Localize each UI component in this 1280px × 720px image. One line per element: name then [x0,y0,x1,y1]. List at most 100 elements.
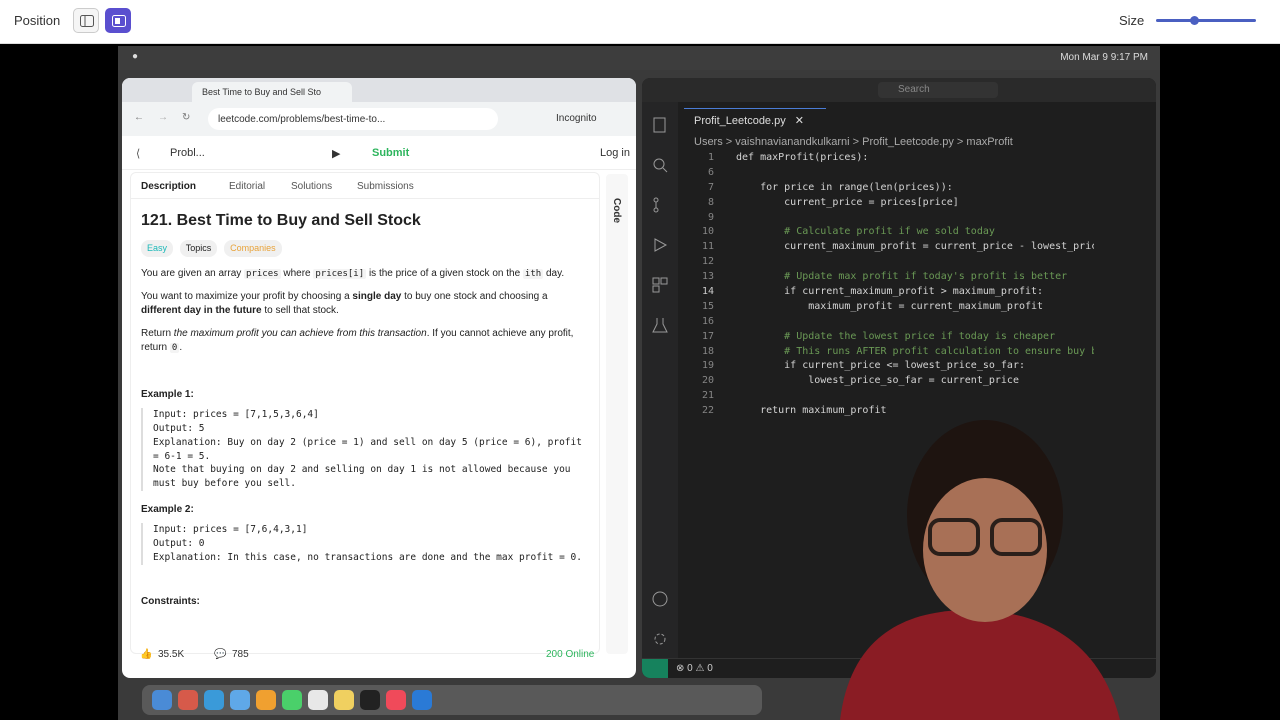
code-line[interactable]: 11 current_maximum_profit = current_pric… [678,241,1103,256]
code-text[interactable]: return maximum_profit [736,405,886,416]
browser-tab[interactable]: Best Time to Buy and Sell Sto [192,82,352,102]
code-text[interactable]: maximum_profit = current_maximum_profit [736,301,1043,312]
incognito-label[interactable]: Incognito [556,113,597,124]
code-line[interactable]: 16 [678,316,1094,331]
code-text[interactable]: if current_maximum_profit > maximum_prof… [736,286,1043,297]
problems-link[interactable]: Probl... [170,147,205,159]
minimap[interactable] [1094,152,1150,452]
line-number: 13 [701,271,714,283]
dock-finder-icon[interactable] [152,690,172,710]
dock-music-icon[interactable] [386,690,406,710]
code-line[interactable]: 1 def maxProfit(prices): [678,152,1094,167]
command-search[interactable]: Search [878,82,998,98]
apple-icon[interactable]: ● [132,51,138,62]
size-slider-knob[interactable] [1190,16,1199,25]
code-line[interactable]: 19 if current_price <= lowest_price_so_f… [678,360,1094,375]
code-text[interactable]: # This runs AFTER profit calculation to … [736,346,1103,357]
dock-vscode-icon[interactable] [412,690,432,710]
problem-content: 121. Best Time to Buy and Sell Stock Eas… [141,209,589,609]
account-icon[interactable] [651,590,669,608]
text: single day [352,290,402,302]
code-text[interactable]: lowest_price_so_far = current_price [736,375,1019,386]
url-field[interactable]: leetcode.com/problems/best-time-to... [208,108,498,130]
code-line[interactable]: 22 return maximum_profit [678,405,1094,420]
code-editor[interactable]: 1 def maxProfit(prices): 6 7 for price in r… [678,152,1103,452]
code-line[interactable]: 15 maximum_profit = current_maximum_prof… [678,301,1094,316]
dock-tv-icon[interactable] [360,690,380,710]
code-line[interactable]: 10 # Calculate profit if we sold today [678,226,1094,241]
line-number: 7 [707,181,714,193]
code-line[interactable]: 13 # Update max profit if today's profit… [678,271,1094,286]
run-icon[interactable]: ▶ [332,147,340,160]
breadcrumb[interactable]: Users > vaishnavianandkulkarni > Profit_… [694,136,1013,148]
extensions-icon[interactable] [651,276,669,294]
code-text[interactable]: def maxProfit(prices): [736,152,868,163]
code-text[interactable]: # Update the lowest price if today is ch… [736,331,1055,342]
code-line[interactable]: 21 [678,390,1094,405]
code-line[interactable]: 18 # This runs AFTER profit calculation … [678,346,1103,361]
size-slider[interactable] [1156,16,1256,25]
code-line[interactable]: 9 [678,212,1094,227]
run-debug-icon[interactable] [651,236,669,254]
settings-gear-icon[interactable] [651,630,669,648]
explorer-icon[interactable] [651,116,669,134]
like-icon[interactable]: 👍 [140,649,152,660]
tab-submissions[interactable]: Submissions [357,181,414,192]
code-text[interactable]: current_maximum_profit = current_price -… [736,241,1103,252]
code-line[interactable]: 12 [678,256,1094,271]
code-line[interactable]: 17 # Update the lowest price if today is… [678,331,1094,346]
code-panel-tab[interactable]: Code [606,174,628,654]
address-bar-row: ← → ↻ leetcode.com/problems/best-time-to… [122,102,636,136]
login-link[interactable]: Log in [600,147,630,159]
problems-count[interactable]: ⊗ 0 ⚠ 0 [676,663,713,674]
source-control-icon[interactable] [651,196,669,214]
topics-badge[interactable]: Topics [179,240,218,258]
code-text[interactable]: current_price = prices[price] [736,197,959,208]
testing-icon[interactable] [651,316,669,334]
back-arrow-icon[interactable]: ← [134,112,144,123]
code-line[interactable]: 7 for price in range(len(prices)): [678,182,1094,197]
forward-arrow-icon[interactable]: → [158,112,168,123]
search-icon[interactable] [651,156,669,174]
companies-badge[interactable]: Companies [224,240,282,258]
tab-editorial[interactable]: Editorial [229,181,265,192]
editor-tab[interactable]: Profit_Leetcode.py ✕ [684,108,826,132]
line-number: 12 [701,256,714,268]
layout-side-button[interactable] [73,8,99,33]
tab-description[interactable]: Description [141,181,196,192]
dock-chrome-icon[interactable] [256,690,276,710]
line-number: 11 [701,241,714,253]
dock-calendar-icon[interactable] [308,690,328,710]
code-line[interactable]: 8 current_price = prices[price] [678,197,1094,212]
code-text[interactable]: if current_price <= lowest_price_so_far: [736,360,1025,371]
remote-indicator[interactable] [642,659,668,678]
layout-overlay-button[interactable] [105,8,131,33]
code-text[interactable]: for price in range(len(prices)): [736,182,953,193]
code-line[interactable]: 20 lowest_price_so_far = current_price [678,375,1094,390]
line-number: 19 [701,360,714,372]
dock-mail-icon[interactable] [230,690,250,710]
text: to sell that stock. [264,305,339,317]
tab-solutions[interactable]: Solutions [291,181,332,192]
code-line[interactable]: 14 if current_maximum_profit > maximum_p… [678,286,1094,301]
leetcode-logo-icon[interactable]: ⟨ [136,147,140,160]
dock-notes-icon[interactable] [334,690,354,710]
menubar-clock: Mon Mar 9 9:17 PM [1060,52,1148,63]
paragraph-3: Return the maximum profit you can achiev… [141,327,589,356]
code-text[interactable]: # Calculate profit if we sold today [736,226,995,237]
submit-button[interactable]: Submit [372,147,409,159]
dock-messages-icon[interactable] [282,690,302,710]
line-number: 15 [701,300,714,312]
difficulty-badge[interactable]: Easy [141,240,174,258]
like-count[interactable]: 35.5K [158,649,184,660]
text: . [179,342,183,354]
dock-launchpad-icon[interactable] [178,690,198,710]
close-icon[interactable]: ✕ [795,115,804,127]
comment-count[interactable]: 785 [232,649,249,660]
comment-icon[interactable]: 💬 [214,649,226,660]
code-text[interactable]: # Update max profit if today's profit is… [736,271,1067,282]
reload-icon[interactable]: ↻ [182,112,190,123]
dock-safari-icon[interactable] [204,690,224,710]
code-line[interactable]: 6 [678,167,1094,182]
activity-bar [642,102,678,666]
